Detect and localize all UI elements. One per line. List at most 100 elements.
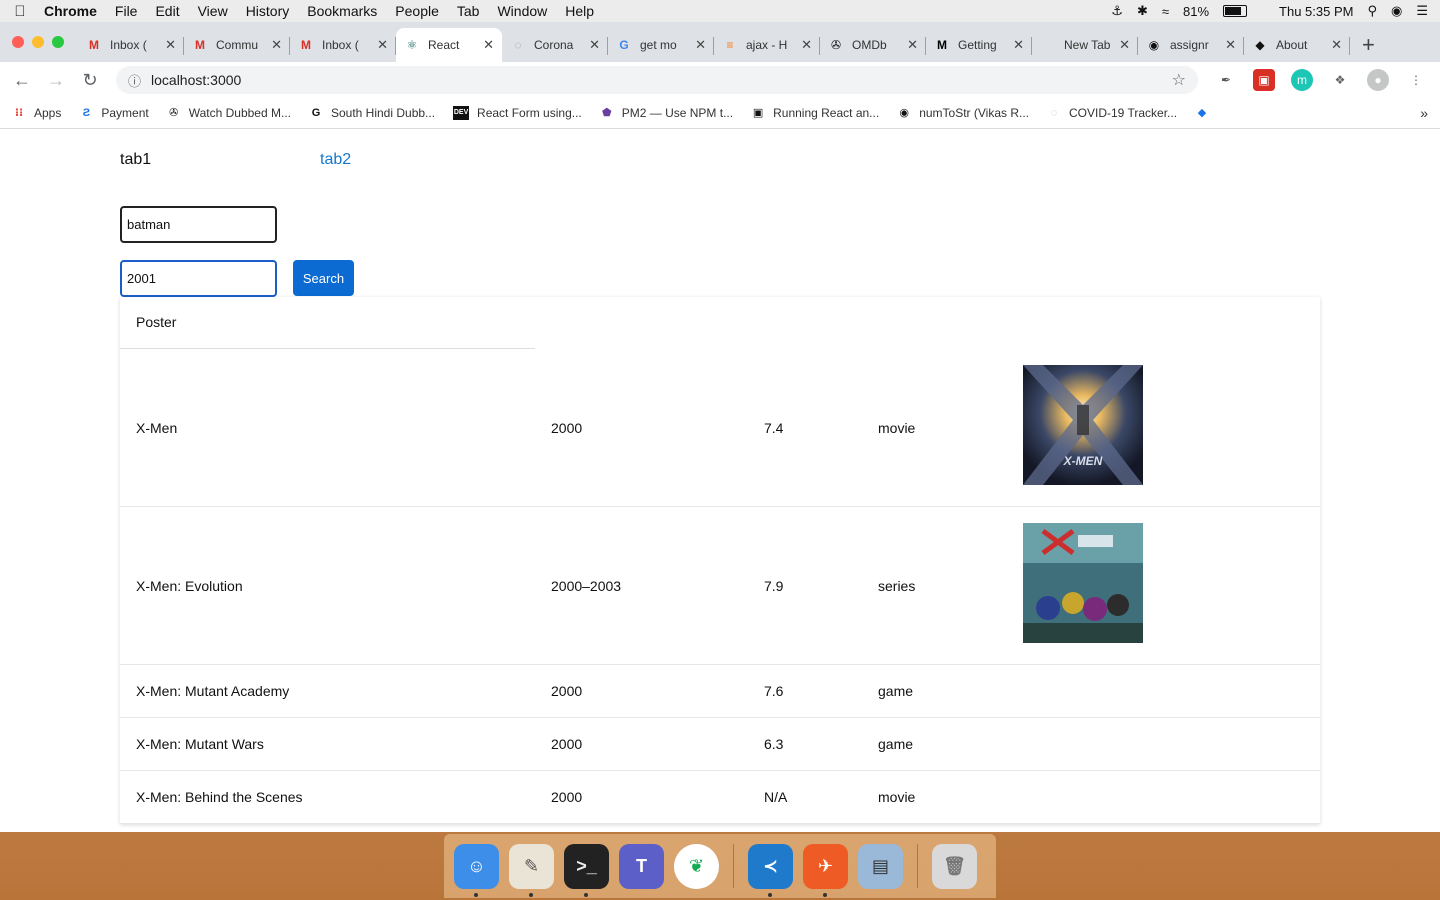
browser-tab-title: get mo — [640, 38, 677, 52]
bookmark-item[interactable]: ◉ numToStr (Vikas R... — [897, 106, 1029, 120]
close-tab-icon[interactable]: ✕ — [589, 37, 600, 53]
close-tab-icon[interactable]: ✕ — [1225, 37, 1236, 53]
wifi-icon[interactable]: ≈ — [1162, 4, 1169, 19]
browser-tab[interactable]: ⚛ React ✕ — [396, 28, 502, 62]
minimize-window-button[interactable] — [32, 36, 44, 48]
forward-icon[interactable]: → — [42, 70, 70, 91]
bookmark-item[interactable]: ◆ — [1195, 106, 1217, 120]
vscode-icon[interactable]: ≺ — [748, 843, 793, 897]
zoom-window-button[interactable] — [52, 36, 64, 48]
url-text[interactable]: localhost:3000 — [151, 72, 241, 88]
site-info-icon[interactable]: ⓘ — [128, 71, 141, 90]
tab-tab2[interactable]: tab2 — [320, 151, 351, 169]
m-extension-icon[interactable]: m — [1291, 69, 1313, 91]
postman-icon[interactable]: ✈ — [803, 843, 848, 897]
back-icon[interactable]: ← — [8, 70, 36, 91]
bookmark-item[interactable]: G South Hindi Dubb... — [309, 106, 435, 120]
browser-tab[interactable]: M Getting ✕ — [926, 28, 1032, 62]
close-tab-icon[interactable]: ✕ — [165, 37, 176, 53]
browser-tab[interactable]: ✇ OMDb ✕ — [820, 28, 926, 62]
red-extension-icon[interactable]: ▣ — [1253, 69, 1275, 91]
terminal-icon[interactable]: >_ — [564, 843, 609, 897]
globe-icon: ◌ — [1050, 107, 1058, 119]
bookmark-item[interactable]: Ƨ Payment — [79, 106, 149, 120]
browser-tab[interactable]: M Commu ✕ — [184, 28, 290, 62]
mongodb-compass-icon[interactable]: ❦ — [674, 843, 719, 889]
close-tab-icon[interactable]: ✕ — [1119, 37, 1130, 53]
textedit-icon[interactable]: ✎ — [509, 843, 554, 897]
year-search-input[interactable] — [120, 260, 277, 297]
browser-tab-title: Inbox ( — [322, 38, 359, 52]
clock[interactable]: Thu 5:35 PM — [1279, 4, 1353, 19]
browser-tab[interactable]: ≡ ajax - H ✕ — [714, 28, 820, 62]
search-button[interactable]: Search — [293, 260, 354, 296]
browser-tab[interactable]: New Tab ✕ — [1032, 28, 1138, 62]
battery-percent[interactable]: 81% — [1183, 4, 1209, 19]
browser-tab[interactable]: Gget mo ✕ — [608, 28, 714, 62]
close-tab-icon[interactable]: ✕ — [907, 37, 918, 53]
menu-tab[interactable]: Tab — [448, 3, 489, 19]
close-tab-icon[interactable]: ✕ — [695, 37, 706, 53]
app-page: tab1 tab2 Search Poster X-Men 2000 7.4 movi… — [0, 129, 1440, 829]
bookmark-item[interactable]: ◌ COVID-19 Tracker... — [1047, 106, 1177, 120]
siri-icon[interactable]: ◉ — [1391, 3, 1402, 19]
dev-icon: DEV — [453, 106, 470, 120]
preview-icon[interactable]: ▤ — [858, 843, 903, 889]
title-search-input[interactable] — [120, 206, 277, 243]
running-indicator — [474, 892, 478, 897]
app-menu-chrome[interactable]: Chrome — [40, 3, 106, 19]
extensions-puzzle-icon[interactable]: ❖ — [1329, 69, 1351, 91]
menu-history[interactable]: History — [237, 3, 299, 19]
dock-glyph: ≺ — [762, 855, 779, 876]
teams-icon[interactable]: T — [619, 843, 664, 889]
apple-menu-icon[interactable]:  — [0, 3, 40, 20]
finder-icon[interactable]: ☺ — [454, 843, 499, 897]
close-window-button[interactable] — [12, 36, 24, 48]
browser-tab[interactable]: M Inbox (✕ — [78, 28, 184, 62]
close-tab-icon[interactable]: ✕ — [271, 37, 282, 53]
spotlight-search-icon[interactable]: ⚲ — [1367, 3, 1377, 19]
poster-image: X-MEN — [1023, 365, 1143, 485]
close-tab-icon[interactable]: ✕ — [483, 37, 494, 53]
close-tab-icon[interactable]: ✕ — [1013, 37, 1024, 53]
profile-avatar[interactable]: ● — [1367, 69, 1389, 91]
tab-tab1[interactable]: tab1 — [120, 151, 320, 169]
close-tab-icon[interactable]: ✕ — [801, 37, 812, 53]
status-area: ⚓ ✱ ≈ 81% Thu 5:35 PM ⚲ ◉ ☰ — [1111, 3, 1440, 19]
browser-tab[interactable]: ◆ About ✕ — [1244, 28, 1350, 62]
bookmark-label: COVID-19 Tracker... — [1069, 106, 1178, 120]
menu-edit[interactable]: Edit — [146, 3, 188, 19]
poster-image — [1023, 523, 1143, 643]
bookmark-item[interactable]: DEV React Form using... — [453, 106, 582, 120]
browser-tab-title: New Tab — [1064, 38, 1111, 52]
menu-people[interactable]: People — [386, 3, 448, 19]
bookmark-item[interactable]: ⁝⁝ Apps — [12, 106, 62, 120]
address-bar[interactable]: ⓘ localhost:3000 ☆ — [116, 66, 1198, 94]
bookmark-item[interactable]: ✇ Watch Dubbed M... — [167, 106, 291, 120]
bookmark-item[interactable]: ▣ Running React an... — [751, 106, 879, 120]
reload-icon[interactable]: ↻ — [76, 70, 104, 91]
bluetooth-icon[interactable]: ✱ — [1137, 3, 1148, 19]
bookmarks-overflow-icon[interactable]: » — [1420, 105, 1428, 121]
bookmark-item[interactable]: ⬟ PM2 — Use NPM t... — [600, 106, 733, 120]
close-tab-icon[interactable]: ✕ — [377, 37, 388, 53]
browser-tab[interactable]: M Inbox (✕ — [290, 28, 396, 62]
menu-bookmarks[interactable]: Bookmarks — [298, 3, 386, 19]
browser-tab[interactable]: ◌ Corona ✕ — [502, 28, 608, 62]
dock-glyph: ❦ — [688, 855, 705, 876]
batman-icon: ◆ — [1255, 38, 1265, 52]
chrome-menu-icon[interactable]: ⋮ — [1405, 69, 1427, 91]
new-tab-button[interactable]: + — [1350, 28, 1387, 62]
menu-view[interactable]: View — [189, 3, 237, 19]
menu-file[interactable]: File — [106, 3, 147, 19]
browser-tab[interactable]: ◉ assignr ✕ — [1138, 28, 1244, 62]
bookmark-star-icon[interactable]: ☆ — [1172, 70, 1186, 90]
menu-window[interactable]: Window — [488, 3, 556, 19]
close-tab-icon[interactable]: ✕ — [1331, 37, 1342, 53]
notification-center-icon[interactable]: ☰ — [1416, 3, 1428, 19]
docker-icon[interactable]: ⚓ — [1111, 3, 1123, 19]
menu-help[interactable]: Help — [556, 3, 603, 19]
eyedropper-extension-icon[interactable]: ✒ — [1215, 69, 1237, 91]
trash-icon[interactable]: 🗑 — [932, 843, 977, 889]
battery-icon[interactable] — [1223, 5, 1248, 17]
